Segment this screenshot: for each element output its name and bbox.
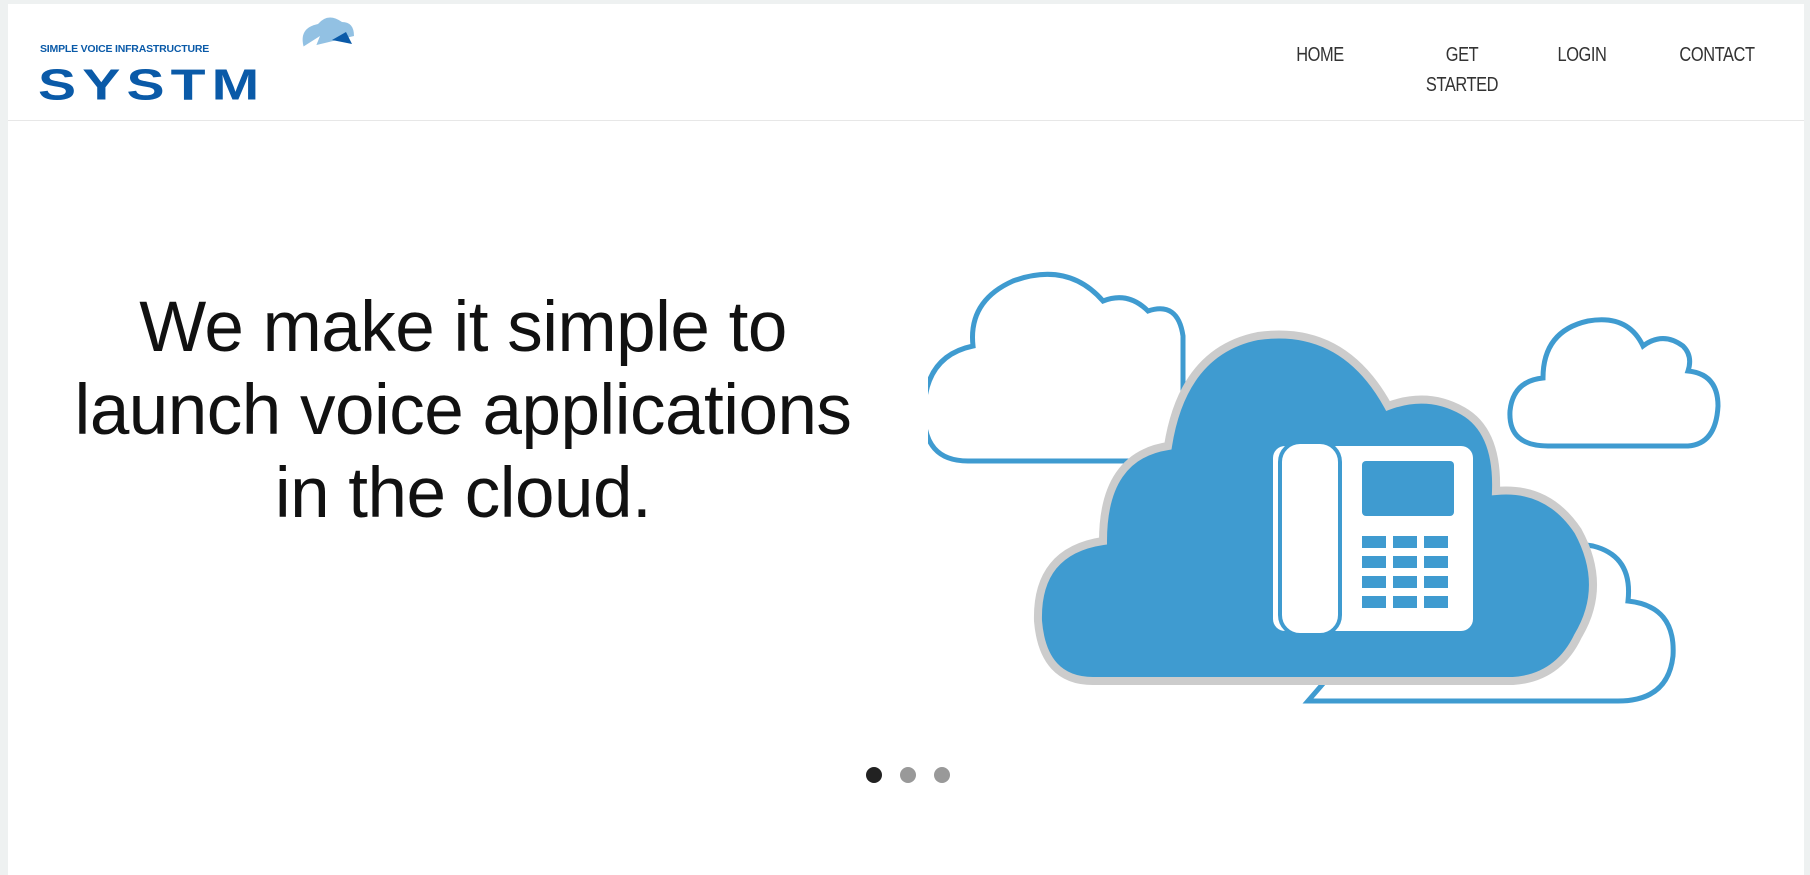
main-nav: HOME GET STARTED LOGIN CONTACT bbox=[1247, 40, 1767, 96]
systm-logo[interactable]: SIMPLE VOICE INFRASTRUCTURE SYSTM bbox=[36, 10, 376, 106]
hero-slide: We make it simple to launch voice applic… bbox=[8, 121, 1804, 875]
carousel-dot-1[interactable] bbox=[866, 767, 882, 783]
carousel-dot-3[interactable] bbox=[934, 767, 950, 783]
carousel-indicators bbox=[866, 767, 950, 783]
hero-headline: We make it simple to launch voice applic… bbox=[38, 286, 888, 535]
logo-wordmark: SYSTM bbox=[38, 60, 265, 106]
site-header: SIMPLE VOICE INFRASTRUCTURE SYSTM HOME G… bbox=[8, 4, 1804, 121]
headline-line-3: in the cloud. bbox=[274, 454, 652, 533]
nav-home[interactable]: HOME bbox=[1291, 40, 1348, 70]
nav-get-started[interactable]: GET STARTED bbox=[1409, 40, 1516, 100]
desk-phone-icon bbox=[1273, 440, 1473, 637]
nav-contact[interactable]: CONTACT bbox=[1676, 40, 1758, 70]
outline-cloud-top-right-icon bbox=[1507, 317, 1721, 449]
headline-line-1: We make it simple to bbox=[139, 288, 787, 367]
carousel-dot-2[interactable] bbox=[900, 767, 916, 783]
headline-line-2: launch voice applications bbox=[74, 371, 852, 450]
logo-tagline: SIMPLE VOICE INFRASTRUCTURE bbox=[40, 43, 209, 55]
outline-cloud-left-icon bbox=[921, 271, 1186, 464]
logo-mark-icon bbox=[298, 17, 354, 64]
nav-login[interactable]: LOGIN bbox=[1553, 40, 1610, 70]
page: SIMPLE VOICE INFRASTRUCTURE SYSTM HOME G… bbox=[8, 4, 1804, 875]
cloud-phone-illustration bbox=[921, 206, 1798, 726]
